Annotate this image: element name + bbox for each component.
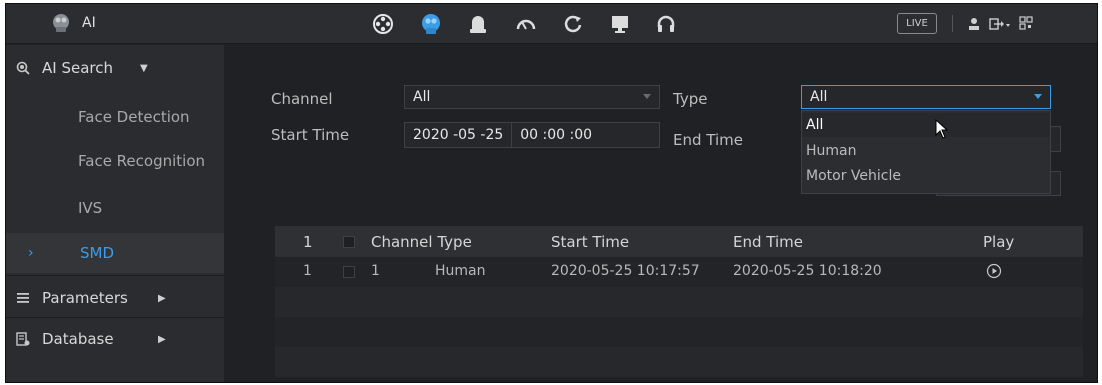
speedometer-icon[interactable] (511, 10, 541, 38)
ai-search-icon (16, 61, 30, 75)
row-checkbox[interactable] (343, 266, 355, 278)
row-start-time: 2020-05-25 10:17:57 (551, 263, 700, 279)
main-content: Channel All Type All Start Time 2020 -05… (225, 45, 1097, 382)
database-icon (16, 332, 30, 346)
app-title: AI (82, 15, 96, 31)
type-dropdown-menu: All Human Motor Vehicle (801, 110, 1051, 194)
qr-code-icon[interactable] (1019, 16, 1033, 31)
table-row-empty (275, 287, 1083, 317)
sidebar-section-label: Database (42, 330, 114, 348)
sidebar-section-ai-search[interactable]: AI Search ▼ (6, 50, 224, 86)
header-end-time: End Time (733, 233, 803, 251)
sidebar: AI Search ▼ Face Detection Face Recognit… (6, 45, 224, 382)
sidebar-item-label: Face Detection (78, 108, 190, 126)
sidebar-item-label: Face Recognition (78, 152, 206, 170)
sidebar-item-face-recognition[interactable]: Face Recognition (6, 141, 224, 181)
live-label: LIVE (906, 18, 928, 29)
chevron-right-icon: ▶ (158, 334, 166, 345)
chevron-down-icon (643, 94, 651, 99)
mouse-cursor-icon (935, 119, 949, 139)
start-time-label: Start Time (271, 126, 350, 144)
sidebar-section-label: AI Search (42, 59, 113, 77)
channel-label: Channel (271, 90, 333, 108)
top-bar: AI LIVE (6, 4, 1097, 44)
header-index: 1 (303, 233, 313, 251)
type-option-all[interactable]: All (802, 113, 1050, 137)
logout-icon[interactable] (989, 17, 1011, 31)
type-select[interactable]: All (801, 85, 1051, 109)
list-icon (17, 293, 29, 303)
row-end-time: 2020-05-25 10:18:20 (733, 263, 882, 279)
play-icon[interactable] (986, 263, 1002, 279)
sidebar-section-parameters[interactable]: Parameters ▶ (6, 280, 224, 316)
type-option-human[interactable]: Human (802, 139, 1050, 163)
chevron-right-icon: ▶ (158, 293, 166, 304)
chevron-down-icon: ▼ (140, 63, 148, 74)
sidebar-section-label: Parameters (42, 289, 128, 307)
sidebar-divider (6, 275, 224, 276)
table-row[interactable]: 1 1 Human 2020-05-25 10:17:57 2020-05-25… (275, 257, 1083, 287)
results-table: 1 Channel Type Start Time End Time Play … (275, 226, 1083, 382)
channel-select-value: All (413, 89, 431, 105)
table-header: 1 Channel Type Start Time End Time Play (275, 226, 1083, 257)
row-type: Human (435, 263, 486, 279)
start-date-value[interactable]: 2020 -05 -25 (405, 123, 513, 147)
end-time-label: End Time (673, 131, 743, 149)
type-option-motor-vehicle[interactable]: Motor Vehicle (802, 164, 1050, 188)
chevron-down-icon (1034, 94, 1042, 99)
row-channel: 1 (371, 263, 380, 279)
select-all-checkbox[interactable] (343, 236, 355, 248)
sidebar-item-smd[interactable]: › SMD (6, 233, 224, 273)
refresh-icon[interactable] (558, 10, 588, 38)
ai-brain-logo-icon (53, 14, 69, 32)
toolbar-divider (952, 15, 953, 32)
start-clock-value[interactable]: 00 :00 :00 (512, 123, 600, 147)
header-channel-type: Channel Type (371, 233, 472, 251)
app-window: AI LIVE AI Search ▼ Face Detection Face … (5, 3, 1098, 383)
table-row-empty (275, 347, 1083, 377)
type-select-value: All (810, 89, 828, 105)
start-time-field[interactable]: 2020 -05 -25 00 :00 :00 (404, 122, 660, 148)
type-label: Type (673, 90, 708, 108)
table-row-empty (275, 317, 1083, 347)
user-icon[interactable] (968, 17, 980, 31)
live-button[interactable]: LIVE (897, 13, 937, 34)
monitor-icon[interactable] (605, 10, 635, 38)
header-play: Play (983, 233, 1015, 251)
ai-brain-icon[interactable] (416, 10, 446, 38)
alarm-bell-icon[interactable] (463, 10, 493, 38)
row-index: 1 (303, 263, 312, 279)
headset-icon[interactable] (651, 10, 681, 38)
sidebar-item-label: IVS (78, 199, 103, 217)
film-reel-icon[interactable] (368, 10, 398, 38)
sidebar-item-face-detection[interactable]: Face Detection (6, 97, 224, 137)
channel-select[interactable]: All (404, 85, 660, 109)
sidebar-divider (6, 317, 224, 318)
sidebar-item-label: SMD (80, 244, 115, 262)
sidebar-section-database[interactable]: Database ▶ (6, 321, 224, 357)
sidebar-item-ivs[interactable]: IVS (6, 188, 224, 228)
chevron-right-icon: › (28, 245, 34, 261)
header-start-time: Start Time (551, 233, 630, 251)
